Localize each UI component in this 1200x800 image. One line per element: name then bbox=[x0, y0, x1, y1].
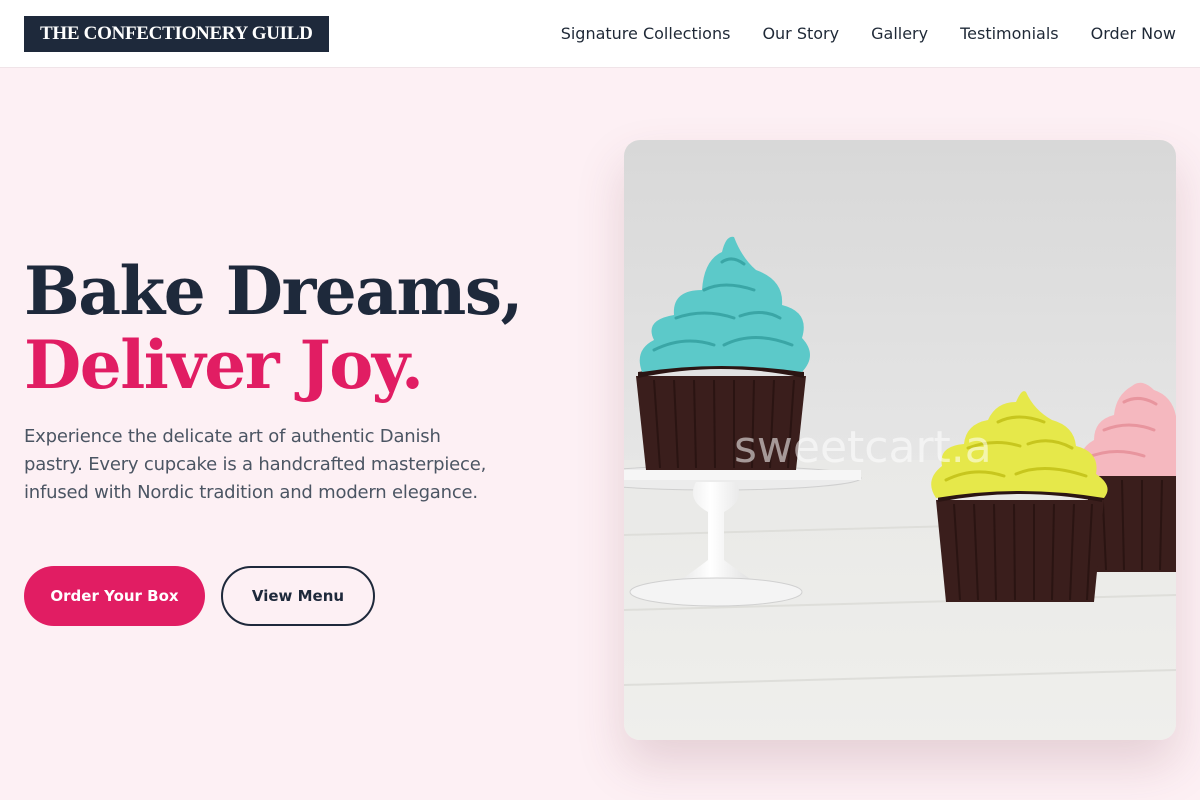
hero-cupcake-image: sweetcart.a bbox=[624, 140, 1176, 740]
cupcake-illustration: sweetcart.a bbox=[624, 140, 1176, 740]
site-header: THE CONFECTIONERY GUILD Signature Collec… bbox=[0, 0, 1200, 68]
hero-actions: Order Your Box View Menu bbox=[24, 566, 375, 626]
brand-logo[interactable]: THE CONFECTIONERY GUILD bbox=[24, 15, 329, 52]
nav-our-story[interactable]: Our Story bbox=[762, 24, 839, 43]
hero-title: Bake Dreams, Deliver Joy. bbox=[24, 254, 584, 402]
nav-testimonials[interactable]: Testimonials bbox=[960, 24, 1059, 43]
hero-title-line2: Deliver Joy. bbox=[24, 326, 424, 404]
nav-signature-collections[interactable]: Signature Collections bbox=[561, 24, 731, 43]
image-watermark: sweetcart.a bbox=[734, 422, 992, 473]
order-your-box-button[interactable]: Order Your Box bbox=[24, 566, 205, 626]
nav-order-now[interactable]: Order Now bbox=[1091, 24, 1176, 43]
view-menu-button[interactable]: View Menu bbox=[221, 566, 375, 626]
hero-description: Experience the delicate art of authentic… bbox=[24, 426, 487, 503]
main-nav: Signature Collections Our Story Gallery … bbox=[561, 24, 1176, 43]
hero-title-line1: Bake Dreams, bbox=[24, 252, 523, 330]
nav-gallery[interactable]: Gallery bbox=[871, 24, 928, 43]
